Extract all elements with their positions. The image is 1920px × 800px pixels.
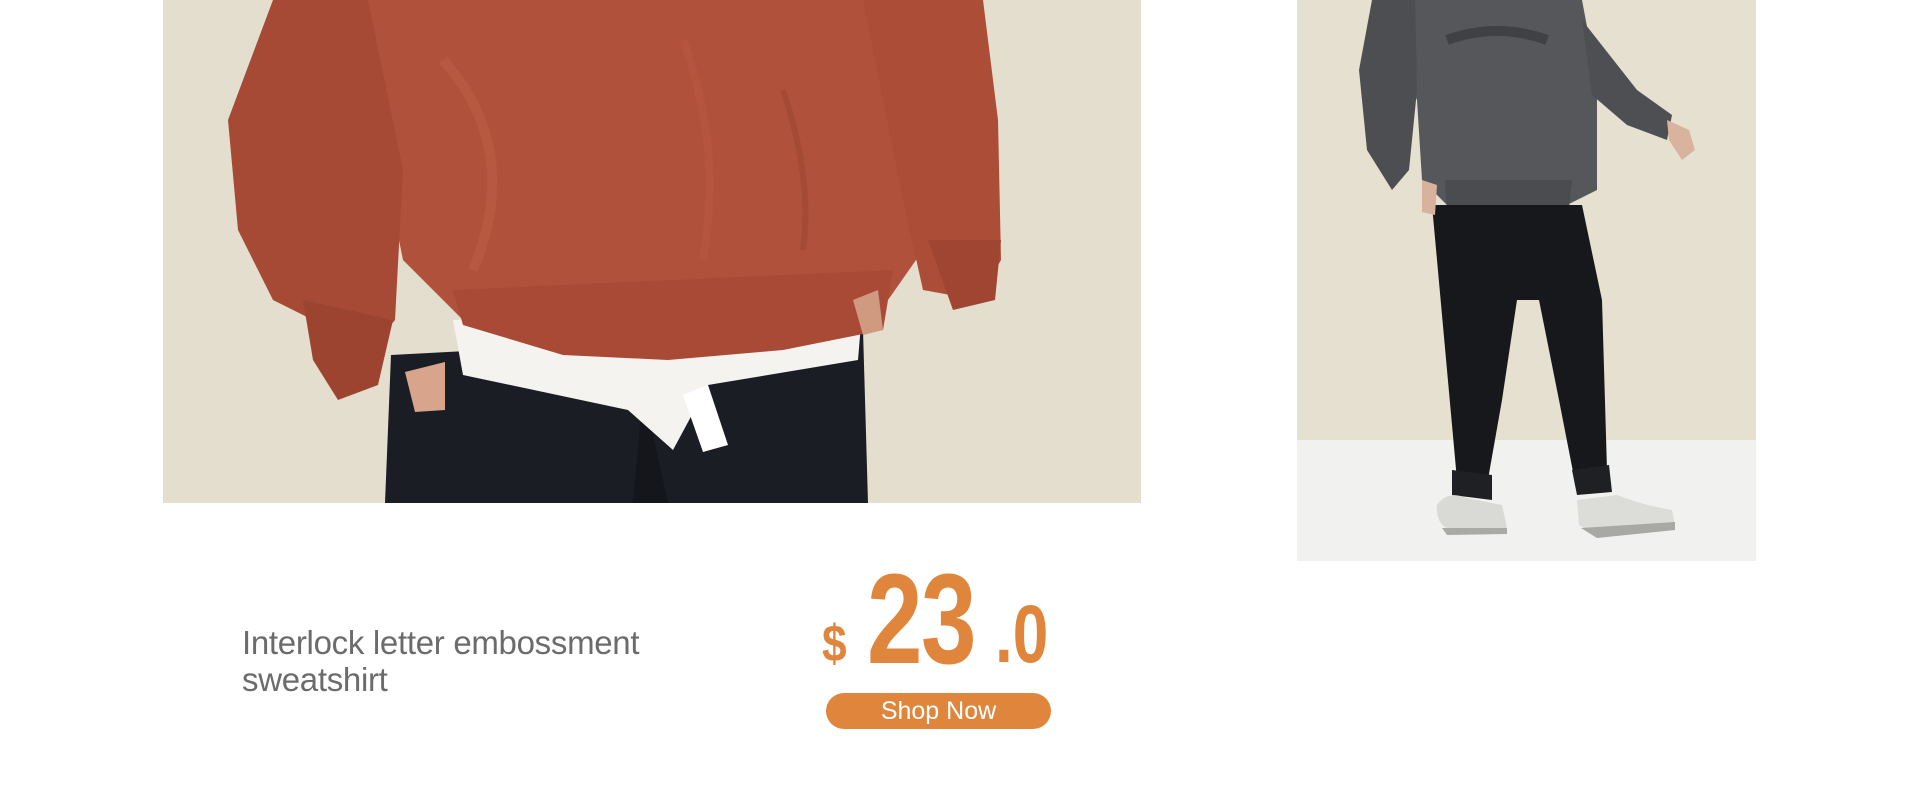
product-banner: Interlock letter embossment sweatshirt $… <box>0 0 1920 800</box>
main-product-image[interactable] <box>163 0 1141 503</box>
product-title: Interlock letter embossment sweatshirt <box>242 624 640 698</box>
secondary-product-image[interactable] <box>1297 0 1756 561</box>
shop-now-button[interactable]: Shop Now <box>826 693 1051 729</box>
price-integer: 23 <box>866 548 976 691</box>
product-price: $ 23 .0 <box>822 548 1063 691</box>
price-currency: $ <box>822 615 847 673</box>
price-decimal: .0 <box>994 589 1049 680</box>
